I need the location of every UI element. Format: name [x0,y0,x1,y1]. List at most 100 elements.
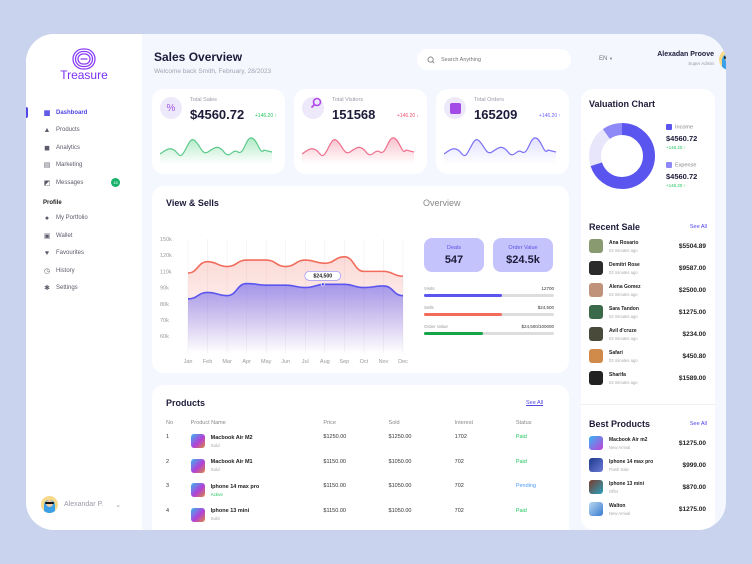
progress-fill [424,294,502,297]
x-tick-label: Sep [339,359,349,365]
chart-tooltip-label: $24,500 [313,274,332,280]
order-value-label: Order Value [508,245,538,251]
sidebar-item-messages[interactable]: ◩ Messages 15 [26,174,142,192]
column-header: Interest [454,420,473,426]
x-tick-label: Mar [222,359,232,365]
customer-name: Sara Tandon [609,305,639,312]
order-value-progress: Order Value $24,500/100000 [424,324,554,335]
product-thumbnail [190,434,205,448]
y-tick-label: 60k [160,334,169,340]
search-bar[interactable] [417,49,571,70]
price: $1150.00 [323,458,346,465]
sale-time: 02 minutes ago [609,247,638,253]
cart-icon: ▤ [43,162,51,170]
language-select[interactable]: EN ▼ [599,56,613,62]
order-value-value: $24.5k [506,254,540,266]
sale-time: 02 minutes ago [609,291,638,297]
sale-time: 02 minutes ago [609,335,638,341]
table-row[interactable]: 2 Macbook Air M1 Sold $1150.00 $1050.00 7… [166,454,536,479]
divider [581,404,715,405]
table-header-row: No Product Name Price Sold Interest Stat… [166,417,536,429]
list-item[interactable]: Sharifa 02 minutes ago $1589.00 [589,367,706,389]
sidebar-item-label: Settings [56,285,78,292]
progress-fill [424,313,502,316]
recent-sale-title: Recent Sale [589,222,641,232]
best-products-see-all-link[interactable]: See All [690,421,707,427]
sidebar-item-wallet[interactable]: ▣ Wallet [26,227,142,245]
sidebar-item-products[interactable]: ▲ Products [26,122,142,140]
total-visitors-card: Total Visitors 151568 +146.20 ↓ [294,89,427,174]
header-avatar[interactable] [719,49,726,70]
stat-value: 151568 [332,107,376,122]
sale-amount: $2500.00 [678,286,706,294]
stat-label: Total Visitors [332,97,364,103]
expense-value: $4560.72 [666,172,698,182]
progress-value: 12700 [541,286,554,291]
sidebar-item-marketing[interactable]: ▤ Marketing [26,157,142,175]
products-title: Products [166,398,206,408]
product-name: Iphone 13 mini [609,480,645,487]
table-row[interactable]: 3 Iphone 14 max pro Active $1150.00 $1050… [166,478,536,503]
x-tick-label: May [261,359,272,365]
sidebar-item-my-portfolio[interactable]: ● My Portfolio [26,210,142,228]
list-item[interactable]: Iphone 13 mini Offer $870.00 [589,476,706,498]
x-tick-label: Oct [360,359,369,365]
expense-swatch [666,162,672,168]
status-badge: Paid [515,434,527,440]
recent-sale-see-all-link[interactable]: See All [690,224,707,230]
sidebar-item-label: Analytics [56,144,81,151]
sale-time: 02 minutes ago [609,269,638,275]
table-row[interactable]: 4 Iphone 13 mini Sold $1150.00 $1050.00 7… [166,503,536,528]
list-item[interactable]: Sara Tandon 02 minutes ago $1275.00 [589,301,706,323]
customer-photo [589,239,603,253]
customer-photo [589,283,603,297]
column-header: Product Name [190,420,226,426]
list-item[interactable]: Avil d'cruze 02 minutes ago $234.00 [589,323,706,345]
app-window: Treasure ▦ Dashboard ▲ Products ◼ Analyt… [26,34,726,530]
product-price: $999.00 [682,461,707,469]
product-cell: Iphone 14 max pro Active [190,478,324,503]
products-see-all-link[interactable]: See All [526,400,543,406]
stat-change: +146.20 ↑ [538,113,561,119]
product-thumbnail [589,436,603,450]
search-icon [427,56,435,63]
list-item[interactable]: Walton New Arrival $1275.00 [589,498,706,520]
sale-time: 02 minutes ago [609,379,638,385]
x-tick-label: Jun [281,359,290,365]
search-input[interactable] [441,56,561,63]
sidebar-item-analytics[interactable]: ◼ Analytics [26,139,142,157]
sidebar-item-history[interactable]: ◷ History [26,262,142,280]
x-tick-label: Jul [302,359,309,365]
interest: 702 [454,483,464,489]
list-item[interactable]: Demitri Rose 02 minutes ago $9587.00 [589,257,706,279]
product-substatus: Sold [210,467,220,472]
list-item[interactable]: Macbook Air m2 New Arrival $1275.00 [589,432,706,454]
x-tick-label: Nov [379,359,389,365]
product-tag: Offer [609,488,619,494]
product-name: Walton [609,502,626,509]
sidebar-item-dashboard[interactable]: ▦ Dashboard [26,104,142,122]
table-row[interactable]: 1 Macbook Air M2 Sold $1250.00 $1250.00 1… [166,429,536,454]
list-item[interactable]: Ana Rosario 02 minutes ago $5504.89 [589,235,706,257]
sidebar-item-label: Favourites [56,250,85,257]
welcome-subtitle: Welcome back Smith, February, 28/2023 [154,68,272,75]
list-item[interactable]: Safari 02 minutes ago $450.80 [589,345,706,367]
sidebar-item-favourites[interactable]: ♥ Favourites [26,245,142,263]
magnifier-icon [302,97,324,119]
interest: 1702 [454,434,467,440]
product-cell: Iphone 13 mini Sold [190,503,324,528]
column-header: Sold [388,420,400,426]
product-thumbnail [190,483,205,497]
product-price: $1275.00 [678,439,706,447]
list-item[interactable]: Iphone 14 max pro Flash Sale $999.00 [589,454,706,476]
sidebar-item-settings[interactable]: ✱ Settings [26,280,142,298]
x-tick-label: Jan [184,359,193,365]
status-badge: Paid [515,458,527,465]
expense-legend: Expense $4560.72 +146.20 ↑ [666,162,697,188]
list-item[interactable]: Alena Gomez 02 minutes ago $2500.00 [589,279,706,301]
income-label: Income [675,124,694,131]
sidebar-item-label: Wallet [56,232,73,239]
header-profile[interactable]: Alexadan Proove Super Admin [632,51,714,66]
progress-fill [424,332,483,335]
sidebar-user-menu[interactable]: Alexandar P. ⌄ [41,496,121,513]
